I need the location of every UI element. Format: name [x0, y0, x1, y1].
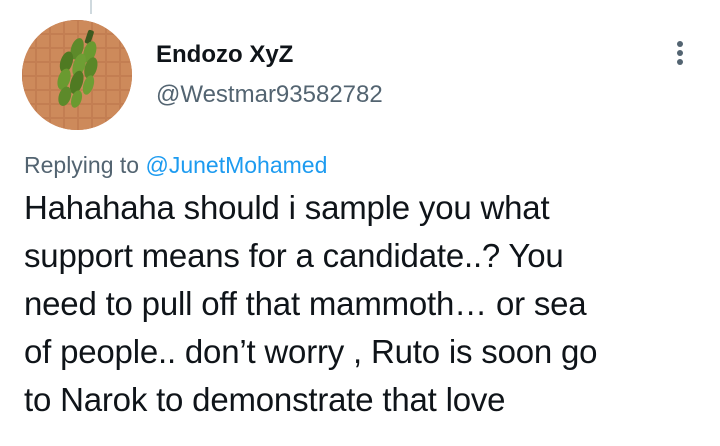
replying-to: Replying to @JunetMohamed	[24, 150, 327, 180]
avatar[interactable]	[22, 20, 132, 130]
replying-to-label: Replying to	[24, 152, 140, 178]
thread-connector-line	[90, 0, 92, 14]
author-handle[interactable]: @Westmar93582782	[156, 80, 383, 110]
tweet-text: Hahahaha should i sample you what suppor…	[24, 184, 704, 424]
replying-to-mention-link[interactable]: @JunetMohamed	[145, 152, 327, 178]
author-info: Endozo XyZ @Westmar93582782	[156, 40, 383, 110]
banana-bunch-icon	[22, 20, 132, 130]
tweet-text-line: support means for a candidate..? You	[24, 237, 564, 274]
tweet-text-line: of people.. don’t worry , Ruto is soon g…	[24, 333, 598, 370]
tweet-text-line: need to pull off that mammoth… or sea	[24, 285, 587, 322]
author-display-name[interactable]: Endozo XyZ	[156, 40, 383, 70]
more-vertical-icon[interactable]	[668, 40, 692, 66]
tweet-text-line: to Narok to demonstrate that love	[24, 381, 506, 418]
tweet-text-line: Hahahaha should i sample you what	[24, 189, 550, 226]
